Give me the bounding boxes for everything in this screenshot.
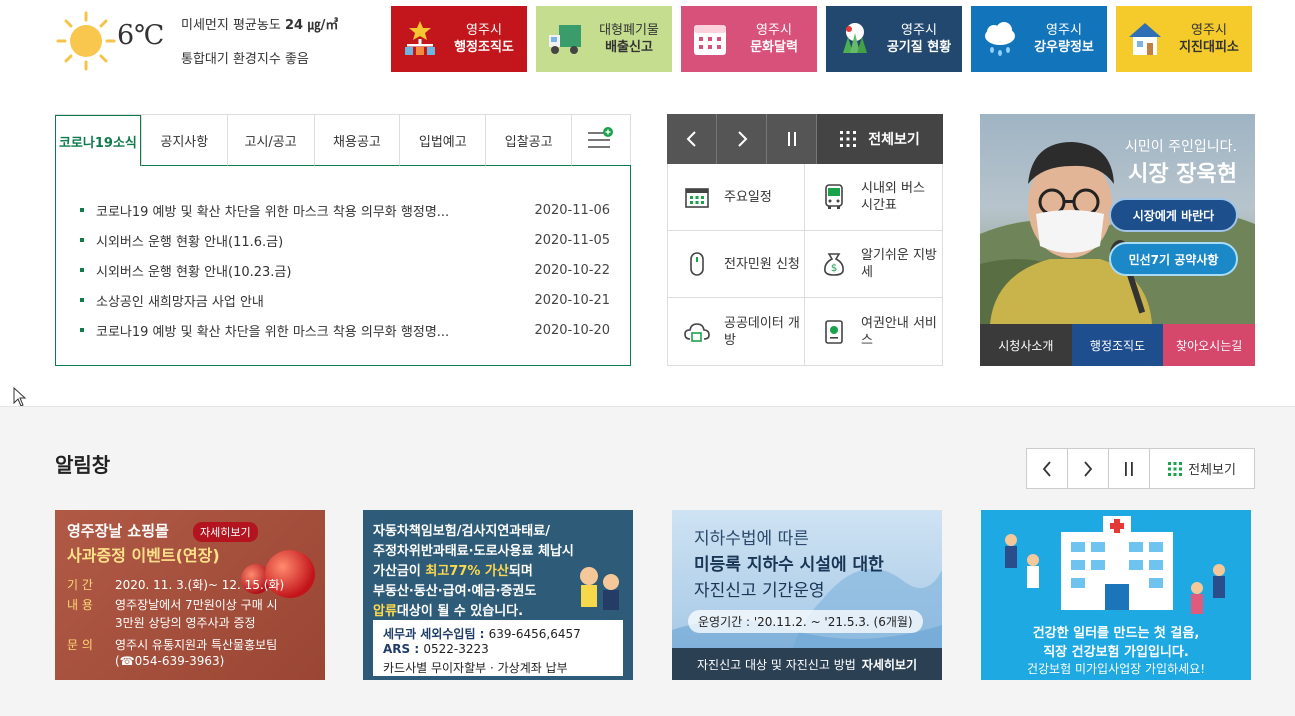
quick-link-air-quality[interactable]: 영주시 공기질 현황 <box>826 6 962 72</box>
more-list-icon <box>588 127 614 148</box>
mayor-panel: 시민이 주인입니다. 시장 장욱현 시장에게 바란다 민선7기 공약사항 시청사… <box>980 114 1255 366</box>
request-to-mayor-button[interactable]: 시장에게 바란다 <box>1109 198 1238 232</box>
truck-icon <box>544 18 586 60</box>
mouse-icon <box>684 251 710 277</box>
quick-link-culture-calendar[interactable]: 영주시 문화달력 <box>681 6 817 72</box>
mayor-name: 시장 장욱현 <box>1128 162 1237 187</box>
next-button[interactable] <box>717 114 767 164</box>
board-panel: 코로나19 예방 및 확산 차단을 위한 마스크 착용 의무화 행정명... 20… <box>55 165 631 366</box>
banner-next-button[interactable] <box>1068 449 1109 488</box>
list-item[interactable]: 코로나19 예방 및 확산 차단을 위한 마스크 착용 의무화 행정명... 20… <box>80 315 610 345</box>
quick-link-org-chart[interactable]: 영주시 행정조직도 <box>391 6 527 72</box>
banner-view-all-button[interactable]: 전체보기 <box>1150 449 1254 488</box>
money-bag-icon: $ <box>821 251 847 277</box>
chevron-right-icon <box>1084 460 1093 477</box>
details-badge: 자세히보기 <box>193 522 258 542</box>
grid-icon <box>1168 461 1183 476</box>
banner-pause-button[interactable] <box>1109 449 1150 488</box>
sun-icon <box>56 11 116 71</box>
news-list: 코로나19 예방 및 확산 차단을 위한 마스크 착용 의무화 행정명... 20… <box>80 195 610 345</box>
calendar-icon <box>689 18 731 60</box>
quick-menu-passport[interactable]: 여권안내 서비스 <box>805 298 942 365</box>
chevron-left-icon <box>686 131 696 147</box>
banner-arrears-notice[interactable]: 자동차책임보험/검사지연과태료/ 주정차위반과태료·도로사용료 체납시 가산금이… <box>363 510 633 680</box>
quick-link-rainfall[interactable]: 영주시 강우량정보 <box>971 6 1107 72</box>
temperature: 6℃ <box>117 20 165 51</box>
banner-section: 알림창 전체보기 영주장날 쇼핑몰 자세히보기 사과증정 이벤트(연장) 기 간… <box>0 406 1295 716</box>
city-hall-intro-link[interactable]: 시청사소개 <box>980 324 1072 366</box>
list-item[interactable]: 소상공인 새희망자금 사업 안내 2020-10-21 <box>80 285 610 315</box>
chevron-right-icon <box>737 131 747 147</box>
quick-menu-open-data[interactable]: 공공데이터 개방 <box>668 298 805 365</box>
quick-menu: 전체보기 주요일정 시내외 버스 시간표 전자민원 신청 $ 알기쉬운 지방세 <box>667 114 943 366</box>
banner-groundwater[interactable]: 지하수법에 따른 미등록 지하수 시설에 대한 자진신고 기간운영 운영기간 :… <box>672 510 942 680</box>
details-bar: 자진신고 대상 및 자진신고 방법 자세히보기 <box>672 648 942 680</box>
hospital-illustration <box>1005 516 1225 614</box>
org-chart-icon <box>399 18 441 60</box>
bus-icon <box>821 184 847 210</box>
cloud-data-icon <box>684 319 710 345</box>
quick-link-waste[interactable]: 대형폐기물 배출신고 <box>536 6 672 72</box>
house-icon <box>1124 18 1166 60</box>
quick-link-earthquake-shelter[interactable]: 영주시 지진대피소 <box>1116 6 1252 72</box>
svg-text:$: $ <box>831 263 837 274</box>
quick-menu-local-tax[interactable]: $ 알기쉬운 지방세 <box>805 231 942 298</box>
tab-legislation[interactable]: 입법예고 <box>399 115 486 166</box>
directions-link[interactable]: 찾아오시는길 <box>1163 324 1255 366</box>
quick-menu-bus[interactable]: 시내외 버스 시간표 <box>805 164 942 231</box>
mayor-links: 시청사소개 행정조직도 찾아오시는길 <box>980 324 1255 366</box>
pledges-button[interactable]: 민선7기 공약사항 <box>1109 242 1238 276</box>
section-title: 알림창 <box>55 453 111 477</box>
more-button[interactable] <box>571 115 630 166</box>
banner-prev-button[interactable] <box>1027 449 1068 488</box>
mayor-slogan: 시민이 주인입니다. <box>1125 139 1237 155</box>
mouse-cursor-icon <box>13 387 27 407</box>
rain-cloud-icon <box>979 18 1021 60</box>
trees-icon <box>834 18 876 60</box>
schedule-icon <box>684 184 710 210</box>
air-quality-index: 통합대기 환경지수 좋음 <box>181 52 309 67</box>
notice-board: 코로나19소식 공지사항 고시/공고 채용공고 입법예고 입찰공고 코로나19 … <box>55 114 631 366</box>
tab-covid19[interactable]: 코로나19소식 <box>55 115 141 166</box>
contact-box: 세무과 세외수입팀 : 639-6456,6457 ARS : 0522-322… <box>373 620 623 676</box>
org-chart-link[interactable]: 행정조직도 <box>1071 324 1164 366</box>
chevron-left-icon <box>1042 460 1051 477</box>
list-item[interactable]: 시외버스 운행 현황 안내(11.6.금) 2020-11-05 <box>80 225 610 255</box>
prev-button[interactable] <box>667 114 717 164</box>
grid-icon <box>840 131 857 147</box>
quick-menu-controls: 전체보기 <box>667 114 943 164</box>
view-all-button[interactable]: 전체보기 <box>817 114 943 164</box>
banner-apple-event[interactable]: 영주장날 쇼핑몰 자세히보기 사과증정 이벤트(연장) 기 간 2020. 11.… <box>55 510 325 680</box>
quick-menu-schedule[interactable]: 주요일정 <box>668 164 805 231</box>
board-tabs: 코로나19소식 공지사항 고시/공고 채용공고 입법예고 입찰공고 <box>55 114 631 166</box>
quick-menu-e-petition[interactable]: 전자민원 신청 <box>668 231 805 298</box>
list-item[interactable]: 코로나19 예방 및 확산 차단을 위한 마스크 착용 의무화 행정명... 20… <box>80 195 610 225</box>
tab-bidding[interactable]: 입찰공고 <box>485 115 572 166</box>
fine-dust-info: 미세먼지 평균농도 24 ㎍/㎥ <box>181 18 339 33</box>
people-illustration-icon <box>580 567 619 610</box>
tab-announcements[interactable]: 고시/공고 <box>226 115 314 166</box>
tab-recruitment[interactable]: 채용공고 <box>313 115 400 166</box>
pause-button[interactable] <box>767 114 817 164</box>
list-item[interactable]: 시외버스 운행 현황 안내(10.23.금) 2020-10-22 <box>80 255 610 285</box>
banner-health-insurance[interactable]: 건강한 일터를 만드는 첫 걸음, 직장 건강보험 가입입니다. 건강보험 미가… <box>981 510 1251 680</box>
banner-controls: 전체보기 <box>1026 448 1255 489</box>
tab-notices[interactable]: 공지사항 <box>140 115 227 166</box>
quick-menu-grid: 주요일정 시내외 버스 시간표 전자민원 신청 $ 알기쉬운 지방세 공공데이터… <box>667 164 943 366</box>
pause-icon <box>787 132 796 146</box>
pause-icon <box>1125 461 1133 476</box>
passport-icon <box>821 319 847 345</box>
weather-widget: 6℃ 미세먼지 평균농도 24 ㎍/㎥ 통합대기 환경지수 좋음 <box>55 8 375 78</box>
